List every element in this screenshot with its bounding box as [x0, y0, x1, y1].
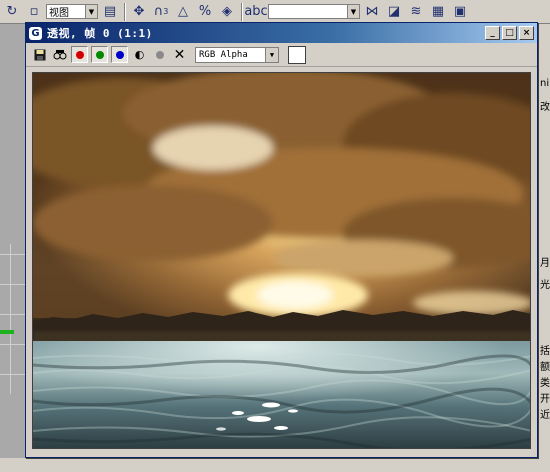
app-logo-icon: G [29, 26, 42, 40]
alpha-channel-icon[interactable] [151, 46, 168, 63]
named-selection-select[interactable]: ▼ [268, 4, 360, 19]
blue-channel-icon [115, 50, 124, 59]
panel-label: 月 [540, 258, 550, 269]
command-panel: ni 改 月 光 括 额 类 开 近 [536, 24, 550, 472]
alpha-dot-icon [155, 50, 164, 59]
grid-line [10, 244, 11, 394]
grid-line [0, 284, 26, 285]
rendered-frame-window: G 透视, 帧 0 (1:1) _ □ × ◐ ✕ RGB Alpha ▼ [25, 22, 538, 458]
color-swatch[interactable] [288, 45, 306, 64]
frame-toolbar: ◐ ✕ RGB Alpha ▼ [26, 43, 537, 67]
save-icon[interactable] [31, 46, 48, 63]
panel-label: 额 [540, 362, 550, 373]
grid-line [0, 374, 26, 375]
clear-button[interactable]: ✕ [171, 46, 188, 63]
panel-label: 开 [540, 394, 550, 405]
undo-icon[interactable]: ↻ [2, 2, 22, 22]
red-channel-button[interactable] [71, 46, 88, 63]
green-channel-icon [95, 50, 104, 59]
chevron-down-icon: ▼ [347, 5, 359, 18]
mirror-icon[interactable]: ⋈ [362, 2, 382, 22]
percent-snap-icon[interactable]: % [195, 2, 215, 22]
red-channel-icon [75, 50, 84, 59]
rendered-image [32, 72, 531, 449]
monochrome-icon[interactable]: ◐ [131, 46, 148, 63]
align-icon[interactable]: ◪ [384, 2, 404, 22]
panel-label: ni [540, 78, 550, 89]
angle-snap-icon[interactable]: △ [173, 2, 193, 22]
close-button[interactable]: × [519, 26, 534, 40]
snap-label: 3 [163, 7, 169, 16]
sunset-render [33, 73, 530, 448]
channel-select-value: RGB Alpha [199, 49, 248, 60]
axis-gizmo [0, 330, 14, 334]
panel-label: 改 [540, 102, 550, 113]
main-toolbar: ↻ ▫ 视图 ▼ ▤ ✥ ∩ 3 △ % ◈ abc ▼ ⋈ ◪ ≋ ▦ ▣ [0, 0, 550, 24]
blue-channel-button[interactable] [111, 46, 128, 63]
green-channel-button[interactable] [91, 46, 108, 63]
clone-icon[interactable] [51, 46, 68, 63]
channel-select[interactable]: RGB Alpha ▼ [195, 46, 279, 63]
edit-named-selection-icon[interactable]: abc [244, 2, 267, 22]
percent-label: % [198, 4, 212, 19]
toolbar-divider [124, 2, 125, 21]
panel-label: 类 [540, 378, 550, 389]
move-icon[interactable]: ✥ [129, 2, 149, 22]
chevron-down-icon: ▼ [85, 5, 97, 18]
grid-line [0, 344, 26, 345]
grid-line [0, 314, 26, 315]
view-select-value: 视图 [49, 8, 69, 19]
curve-editor-icon[interactable]: ▦ [428, 2, 448, 22]
panel-label: 光 [540, 280, 550, 291]
select-filter-icon[interactable]: ▤ [100, 2, 120, 22]
maximize-button[interactable]: □ [502, 26, 517, 40]
spinner-snap-icon[interactable]: ◈ [217, 2, 237, 22]
window-title: 透视, 帧 0 (1:1) [47, 27, 153, 40]
panel-label: 括 [540, 346, 550, 357]
panel-label: 近 [540, 410, 550, 421]
minimize-button[interactable]: _ [485, 26, 500, 40]
chevron-down-icon: ▼ [265, 47, 278, 62]
select-object-icon[interactable]: ▫ [24, 2, 44, 22]
view-select[interactable]: 视图 ▼ [46, 4, 98, 19]
status-bar [0, 458, 550, 472]
title-bar[interactable]: G 透视, 帧 0 (1:1) _ □ × [26, 23, 537, 43]
schematic-view-icon[interactable]: ▣ [450, 2, 470, 22]
toolbar-divider [241, 2, 242, 21]
grid-line [0, 254, 26, 255]
background-viewport [0, 24, 26, 472]
layers-icon[interactable]: ≋ [406, 2, 426, 22]
snap-3d-icon[interactable]: ∩ 3 [151, 2, 171, 22]
